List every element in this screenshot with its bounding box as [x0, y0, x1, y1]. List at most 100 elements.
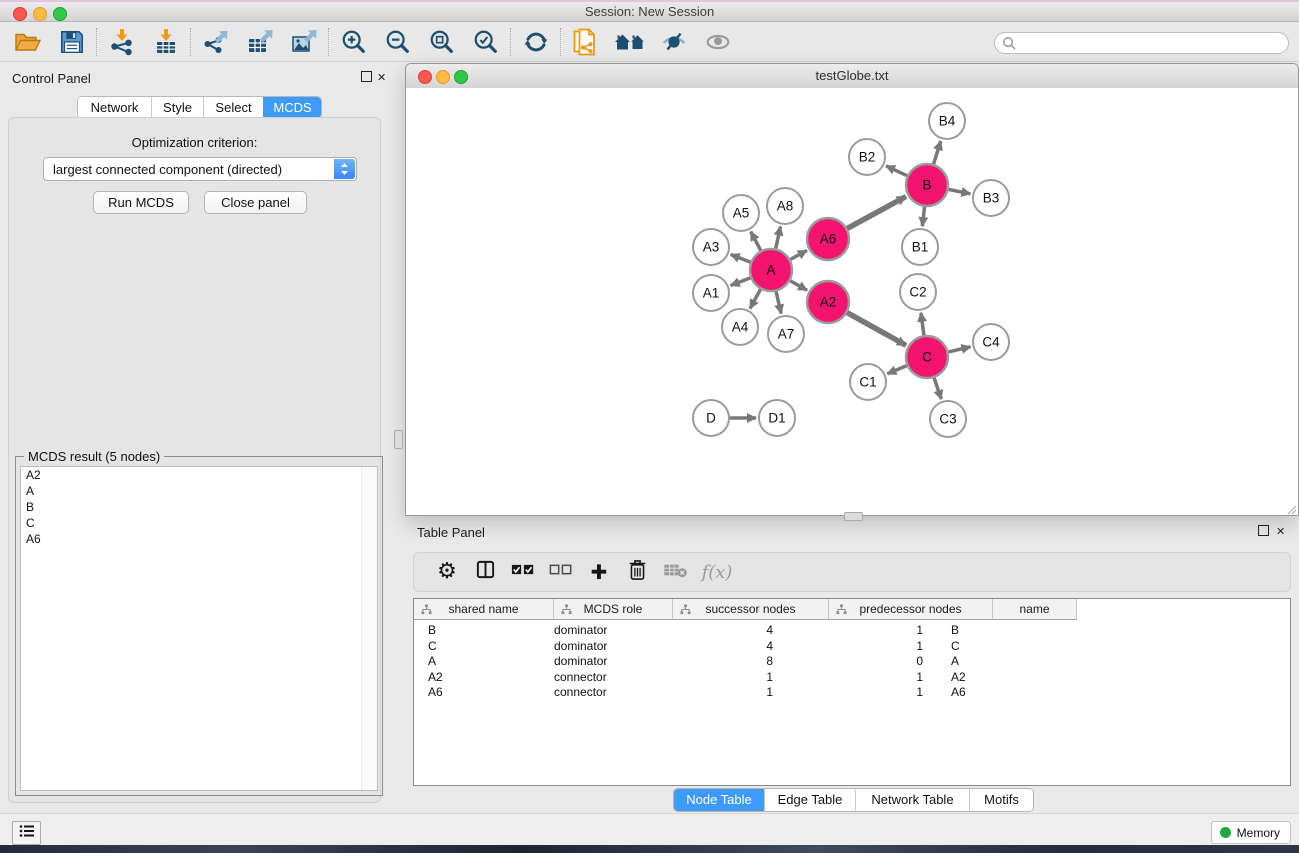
edge-B-B2[interactable] — [886, 166, 907, 176]
delete-table-button-disabled[interactable] — [656, 557, 694, 587]
edge-B-B4[interactable] — [934, 141, 941, 164]
tab-network[interactable]: Network — [78, 97, 151, 118]
window-close-button[interactable] — [13, 7, 27, 21]
table-cell[interactable]: A2 — [937, 670, 1007, 686]
refresh-button[interactable] — [514, 25, 558, 59]
tab-network-table[interactable]: Network Table — [855, 789, 969, 811]
zoom-out-button[interactable] — [376, 25, 420, 59]
network-minimize-button[interactable] — [436, 70, 450, 84]
column-header-MCDS-role[interactable]: MCDS role — [554, 599, 673, 620]
tab-style[interactable]: Style — [151, 97, 203, 118]
control-panel-close-icon[interactable]: ✕ — [377, 71, 386, 84]
network-window-titlebar[interactable]: testGlobe.txt — [406, 64, 1298, 89]
table-cell[interactable]: B — [414, 623, 540, 639]
table-cell[interactable]: A — [414, 654, 540, 670]
window-zoom-button[interactable] — [53, 7, 67, 21]
zoom-fit-button[interactable] — [420, 25, 464, 59]
table-cell[interactable]: 4 — [645, 623, 787, 639]
network-canvas[interactable]: B4B2BB3A8A5A6A3B1AC2A1A2A4A7C4CC1C3DD1 — [406, 88, 1298, 515]
edge-A-A2[interactable] — [790, 281, 807, 290]
search-field[interactable] — [994, 32, 1289, 54]
zoom-selected-button[interactable] — [464, 25, 508, 59]
column-header-name[interactable]: name — [993, 599, 1077, 620]
result-scrollbar[interactable] — [361, 467, 377, 790]
hide-graphics-details-button[interactable] — [652, 25, 696, 59]
control-panel-float-icon[interactable] — [361, 71, 372, 85]
network-zoom-button[interactable] — [454, 70, 468, 84]
edge-A-A6[interactable] — [790, 250, 807, 259]
tab-node-table[interactable]: Node Table — [674, 789, 764, 811]
table-cell[interactable]: A6 — [937, 685, 1007, 701]
edge-A-A3[interactable] — [731, 255, 751, 263]
column-browser-button[interactable] — [466, 557, 504, 587]
save-session-button[interactable] — [50, 25, 94, 59]
edge-B-B1[interactable] — [922, 207, 924, 226]
vertical-splitter-handle[interactable] — [394, 430, 403, 449]
edge-A-A1[interactable] — [731, 278, 751, 286]
unselect-all-columns-button[interactable] — [542, 557, 580, 587]
edge-C-C2[interactable] — [921, 313, 924, 335]
table-cell[interactable]: 1 — [787, 685, 937, 701]
table-row[interactable]: A2connector11A2 — [414, 670, 1290, 686]
edge-A2-C[interactable] — [847, 313, 906, 346]
function-builder-button-disabled[interactable]: f(x) — [694, 557, 740, 587]
run-mcds-button[interactable]: Run MCDS — [93, 191, 189, 214]
edge-A-A5[interactable] — [751, 232, 761, 251]
export-image-button[interactable] — [282, 25, 326, 59]
network-graph[interactable]: B4B2BB3A8A5A6A3B1AC2A1A2A4A7C4CC1C3DD1 — [406, 88, 1298, 515]
window-minimize-button[interactable] — [33, 7, 47, 21]
table-cell[interactable]: dominator — [540, 623, 645, 639]
show-graphics-details-button[interactable] — [696, 25, 740, 59]
criterion-dropdown[interactable]: largest connected component (directed) — [43, 157, 357, 181]
table-cell[interactable]: A — [937, 654, 1007, 670]
table-cell[interactable]: dominator — [540, 639, 645, 655]
import-network-button[interactable] — [100, 25, 144, 59]
edge-B-B3[interactable] — [949, 189, 971, 193]
table-row[interactable]: Adominator80A — [414, 654, 1290, 670]
export-table-button[interactable] — [238, 25, 282, 59]
tab-mcds[interactable]: MCDS — [263, 97, 321, 118]
window-resize-grip[interactable] — [1285, 502, 1297, 514]
select-all-columns-button[interactable] — [504, 557, 542, 587]
table-cell[interactable]: C — [414, 639, 540, 655]
tab-select[interactable]: Select — [203, 97, 263, 118]
table-cell[interactable]: 4 — [645, 639, 787, 655]
task-history-button[interactable] — [12, 821, 41, 845]
table-cell[interactable]: C — [937, 639, 1007, 655]
table-cell[interactable]: 1 — [645, 670, 787, 686]
table-row[interactable]: A6connector11A6 — [414, 685, 1290, 701]
table-row[interactable]: Bdominator41B — [414, 623, 1290, 639]
column-header-shared-name[interactable]: shared name — [414, 599, 554, 620]
delete-column-button[interactable] — [618, 557, 656, 587]
table-row[interactable]: Cdominator41C — [414, 639, 1290, 655]
table-cell[interactable]: 1 — [787, 670, 937, 686]
node-table[interactable]: shared nameMCDS rolesuccessor nodesprede… — [413, 598, 1291, 786]
table-cell[interactable]: dominator — [540, 654, 645, 670]
table-settings-button[interactable]: ⚙ — [428, 557, 466, 587]
network-document-button[interactable] — [564, 25, 608, 59]
home-networks-button[interactable] — [608, 25, 652, 59]
edge-C-C3[interactable] — [934, 378, 941, 399]
table-cell[interactable]: 8 — [645, 654, 787, 670]
table-panel-close-icon[interactable]: ✕ — [1276, 525, 1285, 538]
open-session-button[interactable] — [6, 25, 50, 59]
table-cell[interactable]: connector — [540, 685, 645, 701]
result-item[interactable]: A — [21, 483, 377, 499]
column-header-predecessor-nodes[interactable]: predecessor nodes — [829, 599, 993, 620]
edge-A-A8[interactable] — [776, 227, 781, 249]
table-cell[interactable]: connector — [540, 670, 645, 686]
result-item[interactable]: C — [21, 515, 377, 531]
table-cell[interactable]: 1 — [787, 623, 937, 639]
result-item[interactable]: A2 — [21, 467, 377, 483]
memory-button[interactable]: Memory — [1211, 821, 1291, 844]
result-item[interactable]: A6 — [21, 531, 377, 547]
export-network-button[interactable] — [194, 25, 238, 59]
import-table-button[interactable] — [144, 25, 188, 59]
table-cell[interactable]: 1 — [645, 685, 787, 701]
create-column-button[interactable]: ✚ — [580, 557, 618, 587]
zoom-in-button[interactable] — [332, 25, 376, 59]
result-item[interactable]: B — [21, 499, 377, 515]
network-close-button[interactable] — [418, 70, 432, 84]
table-cell[interactable]: 1 — [787, 639, 937, 655]
tab-edge-table[interactable]: Edge Table — [764, 789, 855, 811]
